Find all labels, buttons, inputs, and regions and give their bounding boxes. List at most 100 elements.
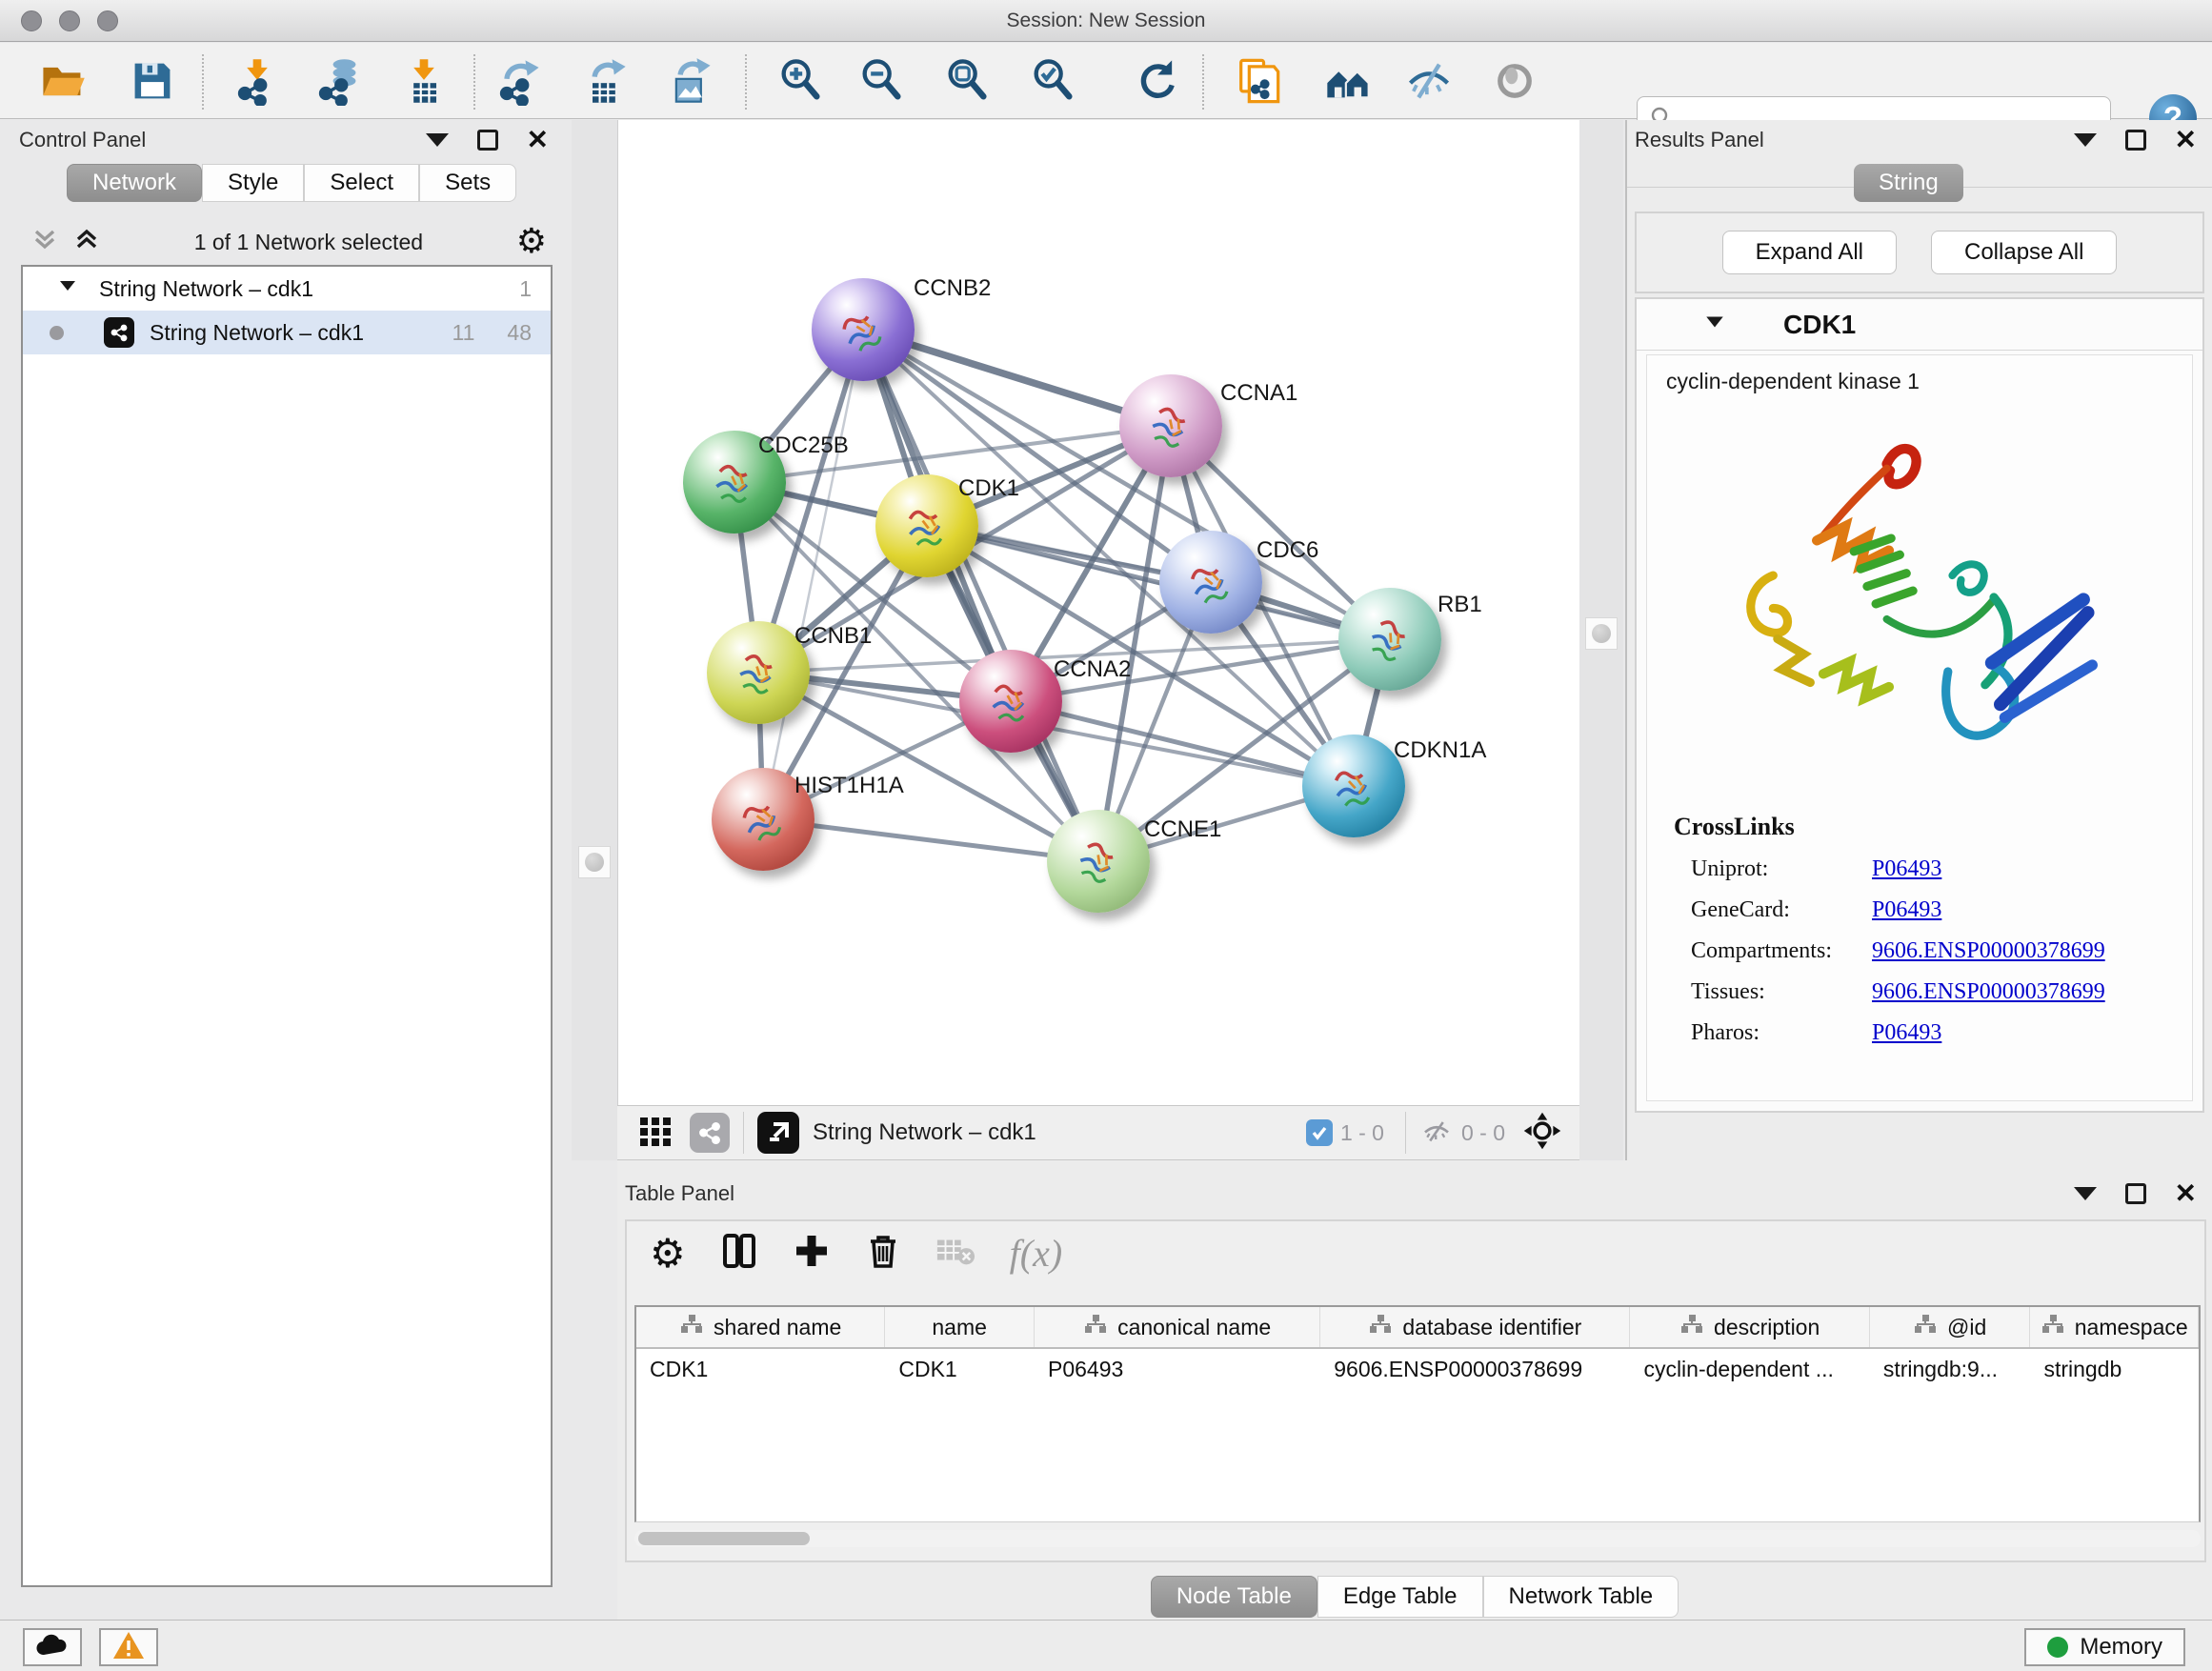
network-node-CDKN1A[interactable] [1302,735,1405,837]
memory-status-icon [2047,1637,2068,1658]
share-document-button[interactable] [1231,56,1284,110]
left-splitter[interactable] [572,120,617,1160]
left-splitter-handle[interactable] [578,846,611,878]
crosslink-uniprot-link[interactable]: P06493 [1872,856,1941,882]
grid-view-icon[interactable] [638,1114,673,1153]
tab-select[interactable]: Select [304,164,419,202]
network-node-CCNE1[interactable] [1047,810,1150,913]
tab-network-table[interactable]: Network Table [1483,1576,1679,1618]
tab-sets[interactable]: Sets [419,164,516,202]
float-panel-icon[interactable] [2125,1183,2146,1204]
function-builder-icon[interactable]: f(x) [1010,1231,1063,1276]
selected-nodes-checkbox[interactable] [1306,1119,1333,1146]
fit-content-button[interactable] [940,56,994,110]
export-image-button[interactable] [664,56,717,110]
node-table[interactable]: shared namenamecanonical namedatabase id… [634,1305,2201,1522]
panel-menu-icon[interactable] [2074,133,2097,147]
zoom-out-button[interactable] [855,56,908,110]
column-header-description[interactable]: description [1630,1307,1869,1347]
network-row-selected[interactable]: String Network – cdk1 11 48 [23,311,551,354]
collapse-all-networks-icon[interactable] [30,226,59,259]
column-header-shared-name[interactable]: shared name [636,1307,885,1347]
open-session-button[interactable] [36,56,90,110]
panel-menu-icon[interactable] [426,133,449,147]
eye-slash-icon [1404,56,1454,111]
network-node-CCNB2[interactable] [812,278,915,381]
column-header-database-identifier[interactable]: database identifier [1320,1307,1630,1347]
delete-column-icon[interactable] [865,1232,901,1275]
import-network-button[interactable] [231,56,284,110]
results-panel-title: Results Panel [1635,128,1764,152]
crosslink-pharos-link[interactable]: P06493 [1872,1020,1941,1046]
expand-all-networks-icon[interactable] [72,226,101,259]
warnings-button[interactable] [99,1628,158,1666]
control-panel-tabs: Network Style Select Sets [67,164,516,202]
hide-graphics-button[interactable] [1402,56,1456,110]
float-panel-icon[interactable] [2125,130,2146,151]
zoom-in-button[interactable] [774,56,827,110]
column-header-name[interactable]: name [885,1307,1035,1347]
table-cell[interactable]: 9606.ENSP00000378699 [1320,1349,1630,1391]
right-splitter-handle[interactable] [1585,617,1618,650]
network-collection-row[interactable]: String Network – cdk1 1 [23,267,551,311]
render-detail-button[interactable] [1488,56,1541,110]
close-panel-icon[interactable]: ✕ [2175,130,2197,151]
tab-style[interactable]: Style [202,164,304,202]
network-share-icon[interactable] [690,1113,730,1153]
network-options-gear-icon[interactable]: ⚙ [516,225,547,259]
export-table-button[interactable] [578,56,632,110]
crosslink-label: Pharos: [1691,1020,1872,1046]
expand-all-button[interactable]: Expand All [1722,231,1897,274]
network-node-CDC6[interactable] [1159,531,1262,634]
refresh-view-button[interactable] [1131,56,1184,110]
column-header--id[interactable]: @id [1870,1307,2031,1347]
table-cell[interactable]: stringdb [2030,1349,2199,1391]
crosslink-genecard-link[interactable]: P06493 [1872,897,1941,923]
network-node-CCNA1[interactable] [1119,374,1222,477]
table-panel: Table Panel ✕ ⚙ f(x) shared namenamecano… [617,1160,2212,1620]
add-column-icon[interactable] [793,1232,831,1275]
toolbar-separator [202,54,204,110]
table-cell[interactable]: CDK1 [636,1349,885,1391]
table-cell[interactable]: P06493 [1035,1349,1320,1391]
float-panel-icon[interactable] [477,130,498,151]
tab-network[interactable]: Network [67,164,202,202]
crosslink-compartments-link[interactable]: 9606.ENSP00000378699 [1872,938,2105,964]
column-header-canonical-name[interactable]: canonical name [1035,1307,1320,1347]
right-splitter[interactable] [1579,120,1623,1160]
network-canvas[interactable]: CCNB2CCNA1CDC25BCDK1CDC6RB1CCNB1CCNA2CDK… [617,120,1579,1105]
close-panel-icon[interactable]: ✕ [2175,1183,2197,1204]
table-horizontal-scrollbar[interactable] [634,1530,2201,1547]
table-cell[interactable]: stringdb:9... [1870,1349,2031,1391]
scrollbar-thumb[interactable] [638,1532,810,1545]
hidden-items-icon[interactable] [1419,1114,1454,1153]
tab-edge-table[interactable]: Edge Table [1317,1576,1483,1618]
home-button[interactable] [1321,56,1375,110]
tab-node-table[interactable]: Node Table [1151,1576,1317,1618]
close-panel-icon[interactable]: ✕ [527,130,549,151]
save-session-button[interactable] [126,56,179,110]
detach-view-icon[interactable] [757,1112,799,1154]
table-cell[interactable]: CDK1 [885,1349,1035,1391]
collection-expander-icon[interactable] [57,275,78,302]
memory-button[interactable]: Memory [2024,1628,2185,1666]
panel-menu-icon[interactable] [2074,1187,2097,1200]
network-node-CCNA2[interactable] [959,650,1062,753]
zoom-selected-button[interactable] [1026,56,1079,110]
tab-string[interactable]: String [1854,164,1963,202]
collapse-all-button[interactable]: Collapse All [1931,231,2117,274]
crosslink-tissues-link[interactable]: 9606.ENSP00000378699 [1872,979,2105,1005]
export-network-button[interactable] [493,56,546,110]
import-table-button[interactable] [397,56,451,110]
table-cell[interactable]: cyclin-dependent ... [1630,1349,1869,1391]
show-columns-icon[interactable] [720,1232,758,1275]
cloud-status-button[interactable] [23,1628,82,1666]
network-node-RB1[interactable] [1338,588,1441,691]
column-header-namespace[interactable]: namespace [2030,1307,2199,1347]
import-network-from-database-button[interactable] [312,56,365,110]
birds-eye-view-icon[interactable] [1522,1111,1562,1156]
delete-table-icon[interactable] [935,1234,975,1273]
gene-collapse-icon[interactable] [1703,311,1726,338]
node-label-CCNA2: CCNA2 [1054,656,1131,683]
table-options-gear-icon[interactable]: ⚙ [650,1237,686,1271]
